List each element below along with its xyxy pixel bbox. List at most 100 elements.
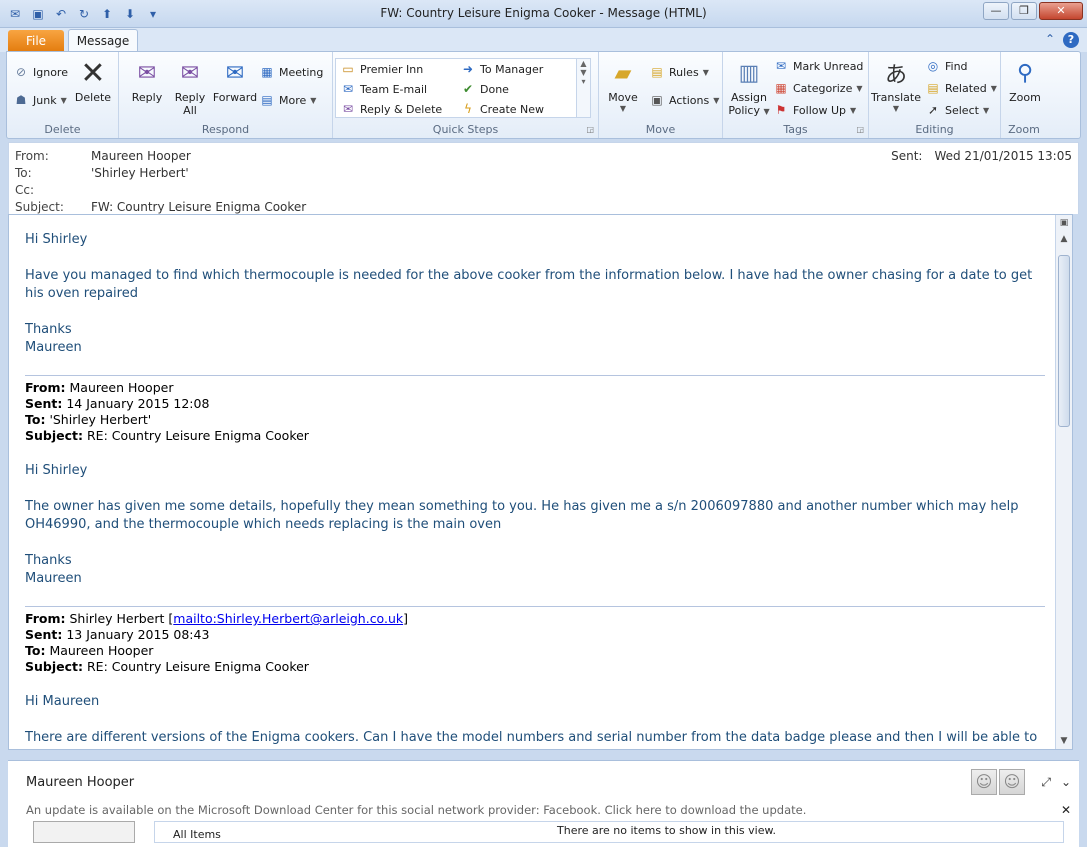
move-button[interactable]: ▰ Move ▼ xyxy=(605,58,641,114)
group-label-respond: Respond xyxy=(201,123,250,136)
close-icon[interactable]: ✕ xyxy=(1061,803,1071,817)
from-value[interactable]: Maureen Hooper xyxy=(91,149,191,163)
subject-value: FW: Country Leisure Enigma Cooker xyxy=(91,200,307,214)
more-button[interactable]: ▤ More ▼ xyxy=(259,92,316,108)
fwd-to-value: Maureen Hooper xyxy=(49,643,154,658)
checkmark-icon: ✔ xyxy=(462,82,474,96)
avatar[interactable]: ☺ xyxy=(971,769,997,795)
chevron-down-icon: ▼ xyxy=(310,95,317,105)
assign-label-2: Policy xyxy=(728,104,760,117)
avatar[interactable]: ☺ xyxy=(999,769,1025,795)
restore-button[interactable]: ❐ xyxy=(1011,2,1037,20)
reply-all-icon: ✉ xyxy=(180,60,200,86)
fwd-subject-value: RE: Country Leisure Enigma Cooker xyxy=(86,659,309,674)
quick-step-create-new[interactable]: ϟ Create New xyxy=(460,101,544,117)
tab-message[interactable]: Message xyxy=(68,29,138,53)
page-icon[interactable]: ▣ xyxy=(1056,215,1072,231)
group-label-editing: Editing xyxy=(915,123,954,136)
fwd-to-label: To: xyxy=(25,412,46,427)
move-label: Move xyxy=(608,91,638,104)
to-value[interactable]: 'Shirley Herbert' xyxy=(91,166,189,180)
message-body[interactable]: Hi Shirley Have you managed to find whic… xyxy=(8,214,1073,750)
reply-icon: ✉ xyxy=(137,60,157,86)
all-items-tab[interactable]: All Items xyxy=(173,828,221,841)
mark-unread-button[interactable]: ✉ Mark Unread xyxy=(773,58,863,74)
select-button[interactable]: ➚ Select ▼ xyxy=(925,102,989,118)
quick-step-to-manager[interactable]: ➜ To Manager xyxy=(460,61,543,77)
sent-label: Sent: xyxy=(891,149,923,163)
quick-step-label: Create New xyxy=(480,102,545,116)
cc-label: Cc: xyxy=(15,183,35,197)
follow-up-button[interactable]: ⚑ Follow Up ▼ xyxy=(773,102,857,118)
activity-list[interactable]: All Items There are no items to show in … xyxy=(154,821,1064,843)
from-label: From: xyxy=(15,149,49,163)
help-icon[interactable]: ? xyxy=(1063,32,1079,48)
fwd-sent-label: Sent: xyxy=(25,396,63,411)
quick-steps-scroll[interactable]: ▲ ▼ ▾ xyxy=(576,59,590,117)
dialog-launcher-icon[interactable]: ◲ xyxy=(586,125,594,134)
assign-policy-button[interactable]: ▥ Assign Policy ▼ xyxy=(727,58,771,118)
greeting: Hi Shirley xyxy=(25,232,88,247)
rules-icon: ▤ xyxy=(651,65,663,79)
find-button[interactable]: ◎ Find xyxy=(925,58,968,74)
chevron-down-icon[interactable]: ⌄ xyxy=(1061,775,1071,790)
quick-step-team-email[interactable]: ✉ Team E-mail xyxy=(340,81,427,97)
junk-label: Junk xyxy=(33,93,57,107)
envelope-icon: ✉ xyxy=(775,59,787,73)
chevron-down-icon: ▼ xyxy=(763,107,770,116)
scroll-up-icon[interactable]: ▲ xyxy=(1056,231,1072,247)
paragraph: The owner has given me some details, hop… xyxy=(25,499,1019,532)
junk-icon: ☗ xyxy=(15,93,27,107)
close-button[interactable]: ✕ xyxy=(1039,2,1083,20)
fwd-from-value: Maureen Hooper xyxy=(69,380,174,395)
meeting-button[interactable]: ▦ Meeting xyxy=(259,64,323,80)
expand-icon[interactable]: ⤢ xyxy=(1041,775,1051,790)
reply-button[interactable]: ✉ Reply xyxy=(127,58,167,105)
categorize-icon: ▦ xyxy=(775,81,787,95)
ribbon: ⊘ Ignore ☗ Junk ▼ ✕ Delete Delete ✉ Repl… xyxy=(6,51,1081,139)
scroll-down-icon[interactable]: ▼ xyxy=(1056,733,1072,749)
quick-step-label: Done xyxy=(480,82,509,96)
reply-all-label-2: All xyxy=(183,104,197,117)
mailto-link[interactable]: mailto:Shirley.Herbert@arleigh.co.uk xyxy=(173,611,403,626)
categorize-button[interactable]: ▦ Categorize ▼ xyxy=(773,80,862,96)
translate-button[interactable]: あ Translate ▼ xyxy=(871,58,921,113)
collapse-ribbon-icon[interactable]: ⌃ xyxy=(1045,32,1055,48)
group-label-delete: Delete xyxy=(44,123,81,136)
quick-step-reply-delete[interactable]: ✉ Reply & Delete xyxy=(340,101,442,117)
actions-button[interactable]: ▣ Actions ▼ xyxy=(649,92,719,108)
signature: Maureen xyxy=(25,571,82,586)
rules-button[interactable]: ▤ Rules ▼ xyxy=(649,64,709,80)
quick-step-done[interactable]: ✔ Done xyxy=(460,81,509,97)
quick-step-premier-inn[interactable]: ▭ Premier Inn xyxy=(340,61,423,77)
meeting-label: Meeting xyxy=(279,65,324,79)
fwd-sent-value: 14 January 2015 12:08 xyxy=(66,396,210,411)
chevron-down-icon: ▼ xyxy=(990,83,997,93)
dialog-launcher-icon[interactable]: ◲ xyxy=(856,125,864,134)
fwd-subject-value: RE: Country Leisure Enigma Cooker xyxy=(86,428,309,443)
people-pane-name[interactable]: Maureen Hooper xyxy=(26,775,134,790)
reply-delete-icon: ✉ xyxy=(342,102,354,116)
actions-label: Actions xyxy=(669,93,710,107)
related-button[interactable]: ▤ Related ▼ xyxy=(925,80,997,96)
email-icon: ✉ xyxy=(342,82,354,96)
update-notice[interactable]: An update is available on the Microsoft … xyxy=(26,803,806,817)
minimize-button[interactable]: — xyxy=(983,2,1009,20)
signoff: Thanks xyxy=(25,553,72,568)
vertical-scrollbar[interactable]: ▣ ▲ ▼ xyxy=(1055,215,1072,749)
fwd-to-label: To: xyxy=(25,643,46,658)
group-zoom: ⚲ Zoom Zoom xyxy=(1001,52,1047,138)
reply-all-button[interactable]: ✉ Reply All xyxy=(169,58,211,118)
delete-button[interactable]: ✕ Delete xyxy=(73,56,113,105)
tab-file[interactable]: File xyxy=(8,30,64,52)
ignore-button[interactable]: ⊘ Ignore xyxy=(13,64,68,80)
mark-unread-label: Mark Unread xyxy=(793,59,864,73)
scroll-thumb[interactable] xyxy=(1058,255,1070,427)
forward-button[interactable]: ✉ Forward xyxy=(211,58,259,105)
fwd-subject-label: Subject: xyxy=(25,659,83,674)
document-icon: ▭ xyxy=(342,62,354,76)
group-label-move: Move xyxy=(645,123,676,136)
junk-button[interactable]: ☗ Junk ▼ xyxy=(13,92,67,108)
binoculars-icon: ◎ xyxy=(927,59,939,73)
zoom-button[interactable]: ⚲ Zoom xyxy=(1005,58,1045,105)
